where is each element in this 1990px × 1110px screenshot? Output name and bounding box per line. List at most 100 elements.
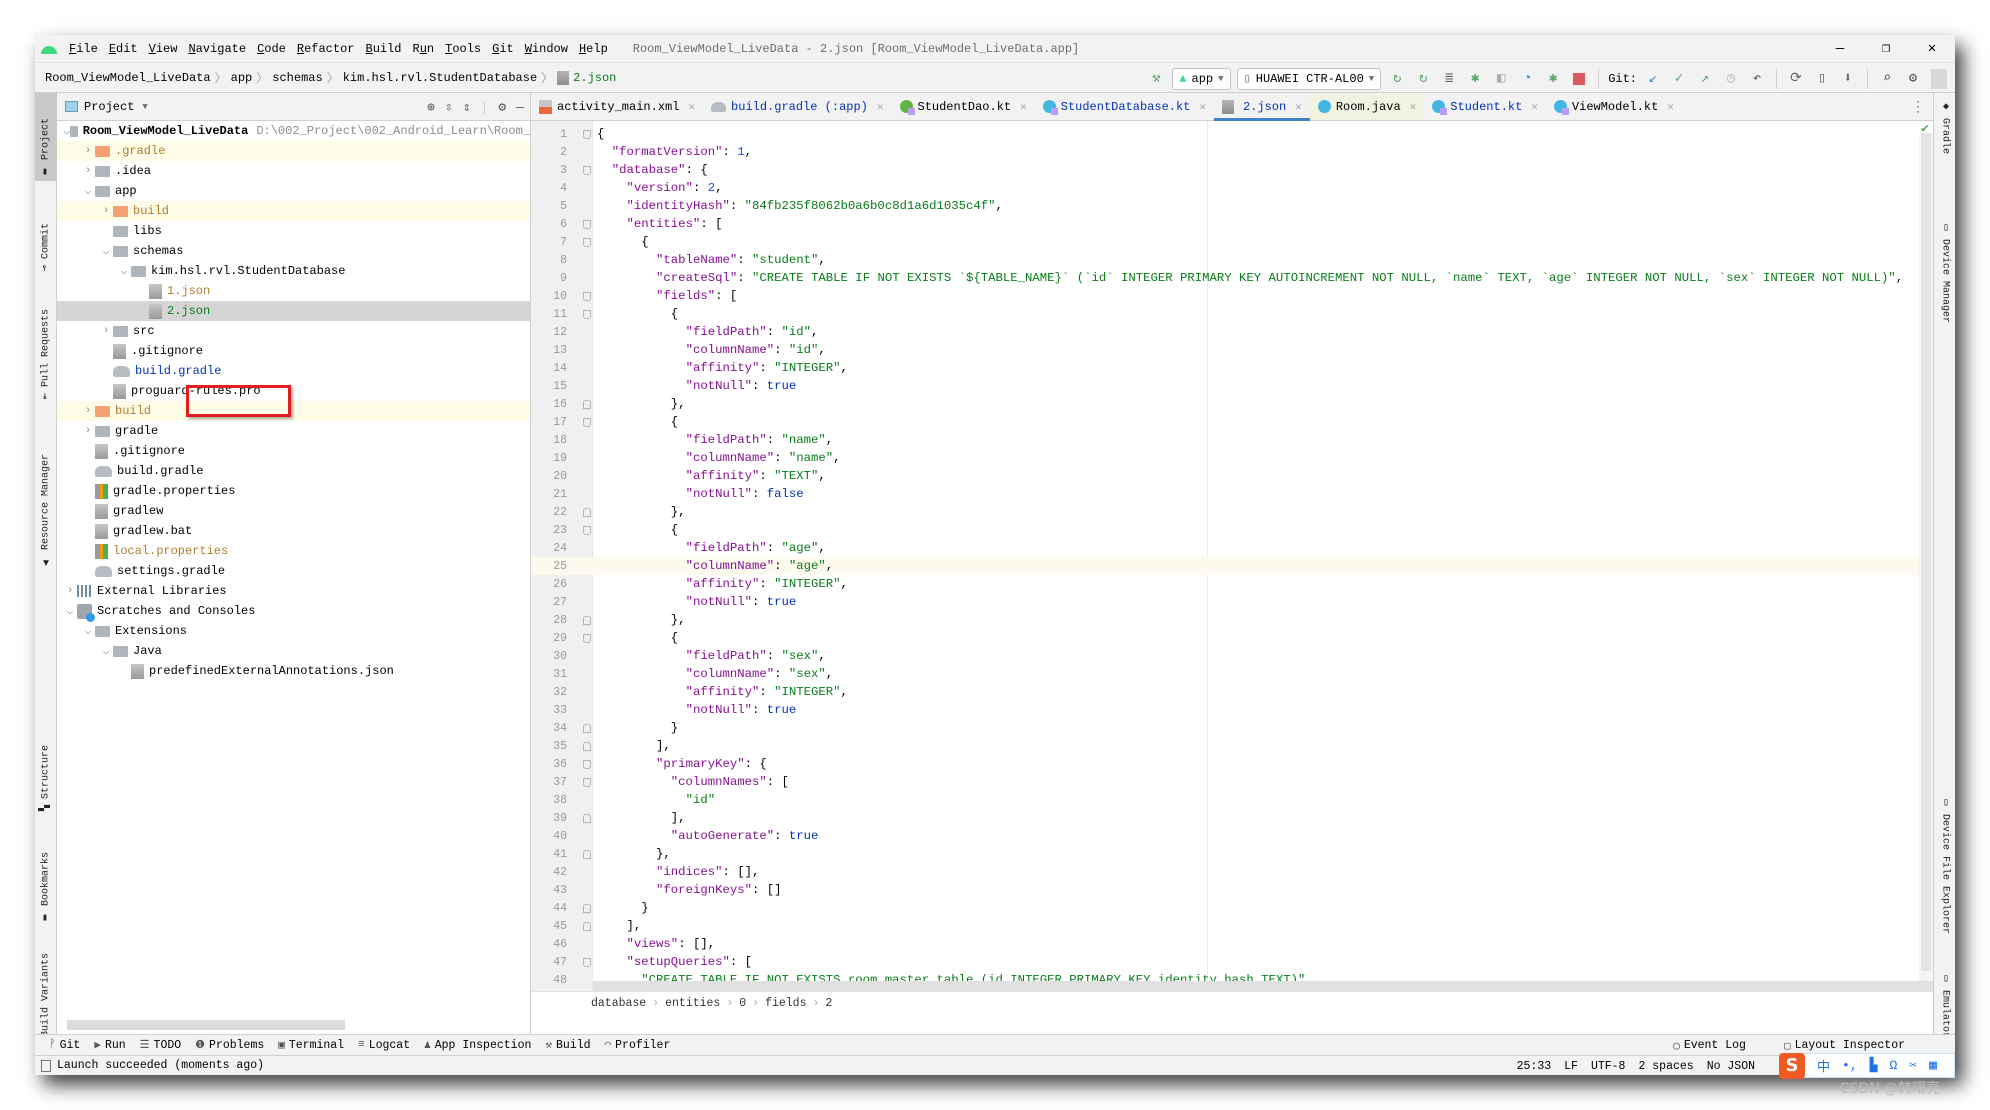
- stripe-device-manager[interactable]: ▯ Device Manager: [1934, 218, 1956, 338]
- tree-item[interactable]: predefinedExternalAnnotations.json: [57, 661, 530, 681]
- tree-item[interactable]: ⌵ app: [57, 181, 530, 201]
- stripe-commit[interactable]: ⊸ Commit: [35, 205, 57, 275]
- editor-tab[interactable]: Room.java ✕: [1309, 93, 1425, 120]
- structure-crumb[interactable]: database: [591, 997, 646, 1010]
- restore-button[interactable]: ❐: [1863, 35, 1909, 62]
- search-icon[interactable]: ⌕: [1877, 69, 1897, 89]
- chevron-right-icon[interactable]: ›: [81, 405, 95, 417]
- code-line[interactable]: 5 "identityHash": "84fb235f8062b0a6b0c8d…: [531, 197, 1933, 215]
- code-line[interactable]: 38 "id": [531, 791, 1933, 809]
- tree-item[interactable]: gradle.properties: [57, 481, 530, 501]
- structure-crumb[interactable]: entities: [665, 997, 720, 1010]
- tool-button-run[interactable]: ▶ Run: [94, 1038, 125, 1053]
- tree-item[interactable]: settings.gradle: [57, 561, 530, 581]
- sdk-manager-icon[interactable]: ⬇: [1838, 69, 1858, 89]
- profile-icon[interactable]: ◔: [1517, 69, 1537, 89]
- tree-item[interactable]: .gitignore: [57, 441, 530, 461]
- scrollbar-thumb[interactable]: [1921, 133, 1931, 971]
- stripe-project[interactable]: ▮ Project: [35, 93, 57, 181]
- chevron-right-icon[interactable]: ›: [81, 145, 95, 157]
- run-config-selector[interactable]: ▲ app ▼: [1172, 67, 1231, 90]
- menu-build[interactable]: Build: [366, 42, 402, 56]
- chevron-down-icon[interactable]: ⌵: [63, 124, 70, 138]
- breadcrumb-package[interactable]: kim.hsl.rvl.StudentDatabase: [343, 71, 537, 85]
- code-line[interactable]: 26 "affinity": "INTEGER",: [531, 575, 1933, 593]
- code-line[interactable]: 23 {: [531, 521, 1933, 539]
- coverage-icon[interactable]: ◧: [1491, 69, 1511, 89]
- code-line[interactable]: 12 "fieldPath": "id",: [531, 323, 1933, 341]
- tool-button-build[interactable]: ⚒ Build: [545, 1038, 590, 1053]
- fold-collapse-icon[interactable]: [583, 759, 591, 769]
- tree-item[interactable]: proguard-rules.pro: [57, 381, 530, 401]
- fold-collapse-icon[interactable]: [583, 777, 591, 787]
- code-line[interactable]: 1{: [531, 125, 1933, 143]
- editor-tab[interactable]: StudentDatabase.kt ✕: [1035, 93, 1214, 120]
- hide-panel-icon[interactable]: —: [516, 100, 524, 115]
- tree-item[interactable]: gradlew: [57, 501, 530, 521]
- tool-button-problems[interactable]: ❶ Problems: [195, 1038, 264, 1053]
- fold-collapse-icon[interactable]: [583, 525, 591, 535]
- tool-button-terminal[interactable]: ▣ Terminal: [278, 1038, 344, 1053]
- tree-item[interactable]: 2.json: [57, 301, 530, 321]
- menu-refactor[interactable]: Refactor: [297, 42, 355, 56]
- tree-item[interactable]: build.gradle: [57, 361, 530, 381]
- ime-keyboard-icon[interactable]: ▙: [1870, 1058, 1878, 1073]
- code-line[interactable]: 39 ],: [531, 809, 1933, 827]
- code-line[interactable]: 37 "columnNames": [: [531, 773, 1933, 791]
- device-manager-icon[interactable]: ▯: [1812, 69, 1832, 89]
- fold-end-icon[interactable]: [583, 615, 591, 625]
- code-line[interactable]: 35 ],: [531, 737, 1933, 755]
- close-tab-icon[interactable]: ✕: [1020, 100, 1027, 114]
- git-rollback-icon[interactable]: ↶: [1747, 69, 1767, 89]
- menu-help[interactable]: Help: [579, 42, 608, 56]
- fold-end-icon[interactable]: [583, 813, 591, 823]
- chevron-right-icon[interactable]: ›: [63, 585, 77, 597]
- code-line[interactable]: 15 "notNull": true: [531, 377, 1933, 395]
- locate-file-icon[interactable]: ⊕: [427, 100, 435, 115]
- ime-menu-icon[interactable]: ▦: [1929, 1058, 1937, 1073]
- code-line[interactable]: 21 "notNull": false: [531, 485, 1933, 503]
- fold-collapse-icon[interactable]: [583, 291, 591, 301]
- gear-icon[interactable]: ⚙: [498, 100, 506, 115]
- code-line[interactable]: 27 "notNull": true: [531, 593, 1933, 611]
- stripe-structure[interactable]: ▚ Structure: [35, 725, 57, 815]
- rerun-list-icon[interactable]: ≣: [1439, 69, 1459, 89]
- tree-item[interactable]: ⌵ Extensions: [57, 621, 530, 641]
- code-line[interactable]: 17 {: [531, 413, 1933, 431]
- code-line[interactable]: 24 "fieldPath": "age",: [531, 539, 1933, 557]
- tree-item[interactable]: ⌵ Java: [57, 641, 530, 661]
- fold-end-icon[interactable]: [583, 849, 591, 859]
- stripe-gradle[interactable]: ◆ Gradle: [1934, 97, 1956, 167]
- ime-tools-icon[interactable]: ✂: [1909, 1058, 1917, 1073]
- git-update-icon[interactable]: ↙: [1643, 69, 1663, 89]
- chevron-down-icon[interactable]: ⌵: [81, 624, 95, 638]
- fold-end-icon[interactable]: [583, 921, 591, 931]
- close-tab-icon[interactable]: ✕: [1667, 100, 1674, 114]
- chevron-right-icon[interactable]: ›: [99, 325, 113, 337]
- tree-item[interactable]: › src: [57, 321, 530, 341]
- inspection-ok-check-icon[interactable]: ✔: [1921, 121, 1929, 136]
- breadcrumb-file[interactable]: 2.json: [573, 71, 616, 85]
- tool-window-toggle-icon[interactable]: [41, 1059, 51, 1072]
- file-encoding[interactable]: UTF-8: [1591, 1060, 1626, 1073]
- tool-button-profiler[interactable]: ◠ Profiler: [605, 1038, 671, 1053]
- tree-item[interactable]: › .gradle: [57, 141, 530, 161]
- tool-button-event-log[interactable]: ◯ Event Log: [1673, 1039, 1746, 1053]
- ime-punctuation-icon[interactable]: •,: [1842, 1058, 1858, 1073]
- fold-collapse-icon[interactable]: [583, 129, 591, 139]
- breadcrumb-schemas[interactable]: schemas: [272, 71, 322, 85]
- tree-item[interactable]: ⌵ Room_ViewModel_LiveData D:\002_Project\0…: [57, 121, 530, 141]
- menu-tools[interactable]: Tools: [445, 42, 481, 56]
- code-line[interactable]: 28 },: [531, 611, 1933, 629]
- chevron-down-icon[interactable]: ▼: [142, 102, 147, 112]
- menu-window[interactable]: Window: [525, 42, 568, 56]
- tree-item[interactable]: .gitignore: [57, 341, 530, 361]
- tree-item[interactable]: build.gradle: [57, 461, 530, 481]
- structure-crumb[interactable]: fields: [765, 997, 806, 1010]
- ime-symbols-icon[interactable]: Ω: [1889, 1058, 1897, 1073]
- code-line[interactable]: 47 "setupQueries": [: [531, 953, 1933, 971]
- code-line[interactable]: 9 "createSql": "CREATE TABLE IF NOT EXIS…: [531, 269, 1933, 287]
- tree-item[interactable]: local.properties: [57, 541, 530, 561]
- fold-collapse-icon[interactable]: [583, 633, 591, 643]
- code-line[interactable]: 6 "entities": [: [531, 215, 1933, 233]
